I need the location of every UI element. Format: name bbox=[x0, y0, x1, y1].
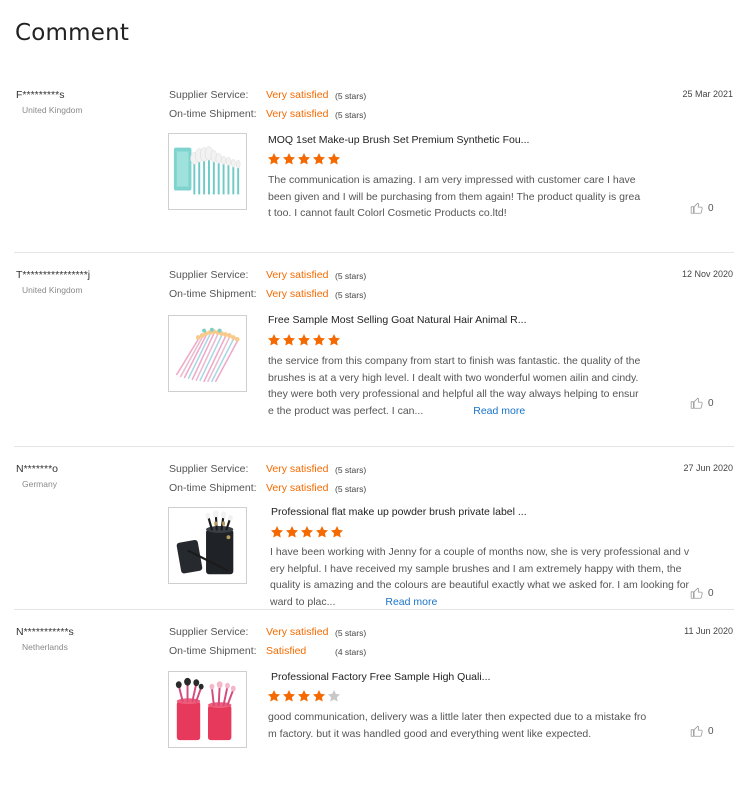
on-time-shipment-stars: (5 stars) bbox=[335, 290, 367, 300]
product-thumbnail[interactable] bbox=[168, 315, 247, 392]
review-text: good communication, delivery was a littl… bbox=[268, 709, 648, 742]
buyer-name: N***********s bbox=[16, 626, 74, 638]
on-time-shipment-label: On-time Shipment: bbox=[169, 288, 257, 300]
star-filled-icon bbox=[282, 153, 296, 165]
review-date: 27 Jun 2020 bbox=[683, 463, 733, 473]
star-filled-icon bbox=[282, 334, 296, 346]
star-filled-icon bbox=[297, 690, 311, 702]
review-text-body: good communication, delivery was a littl… bbox=[268, 711, 647, 740]
review-divider bbox=[14, 609, 734, 610]
product-thumbnail[interactable] bbox=[168, 671, 247, 748]
supplier-service-label: Supplier Service: bbox=[169, 89, 249, 101]
on-time-shipment-label: On-time Shipment: bbox=[169, 482, 257, 494]
product-title-link[interactable]: Professional Factory Free Sample High Qu… bbox=[271, 671, 490, 683]
read-more-link[interactable]: Read more bbox=[385, 596, 437, 608]
review-text: The communication is amazing. I am very … bbox=[268, 172, 641, 222]
product-rating-stars bbox=[267, 152, 341, 166]
supplier-service-label: Supplier Service: bbox=[169, 626, 249, 638]
star-filled-icon bbox=[327, 334, 341, 346]
product-rating-stars bbox=[267, 689, 341, 703]
product-title-link[interactable]: Professional flat make up powder brush p… bbox=[271, 506, 527, 518]
star-filled-icon bbox=[267, 690, 281, 702]
star-empty-icon bbox=[327, 690, 341, 702]
page-title: Comment bbox=[15, 20, 130, 46]
buyer-country: United Kingdom bbox=[22, 285, 83, 295]
on-time-shipment-value: Satisfied bbox=[266, 645, 307, 657]
like-count: 0 bbox=[708, 725, 714, 737]
on-time-shipment-stars: (5 stars) bbox=[335, 484, 367, 494]
thumbs-up-icon bbox=[690, 201, 704, 215]
review-date: 25 Mar 2021 bbox=[682, 89, 733, 99]
product-thumbnail[interactable] bbox=[168, 133, 247, 210]
buyer-country: Germany bbox=[22, 479, 57, 489]
on-time-shipment-stars: (5 stars) bbox=[335, 110, 367, 120]
product-rating-stars bbox=[270, 525, 344, 539]
review-text-body: the service from this company from start… bbox=[268, 355, 641, 417]
review-text: the service from this company from start… bbox=[268, 353, 641, 419]
supplier-service-label: Supplier Service: bbox=[169, 463, 249, 475]
star-filled-icon bbox=[270, 526, 284, 538]
product-thumbnail[interactable] bbox=[168, 507, 247, 584]
supplier-service-stars: (5 stars) bbox=[335, 91, 367, 101]
star-filled-icon bbox=[285, 526, 299, 538]
on-time-shipment-value: Very satisfied bbox=[266, 288, 329, 300]
product-title-link[interactable]: MOQ 1set Make-up Brush Set Premium Synth… bbox=[268, 134, 529, 146]
buyer-name: N*******o bbox=[16, 463, 59, 475]
star-filled-icon bbox=[300, 526, 314, 538]
buyer-name: T****************j bbox=[16, 269, 91, 281]
review-divider bbox=[14, 446, 734, 447]
like-button[interactable]: 0 bbox=[690, 201, 714, 215]
supplier-service-stars: (5 stars) bbox=[335, 628, 367, 638]
review-date: 12 Nov 2020 bbox=[681, 269, 733, 279]
star-filled-icon bbox=[267, 334, 281, 346]
on-time-shipment-stars: (4 stars) bbox=[335, 647, 367, 657]
buyer-country: Netherlands bbox=[22, 642, 68, 652]
on-time-shipment-value: Very satisfied bbox=[266, 108, 329, 120]
like-count: 0 bbox=[708, 587, 714, 599]
star-filled-icon bbox=[315, 526, 329, 538]
read-more-link[interactable]: Read more bbox=[473, 405, 525, 417]
supplier-service-value: Very satisfied bbox=[266, 463, 329, 475]
product-title-link[interactable]: Free Sample Most Selling Goat Natural Ha… bbox=[268, 314, 527, 326]
star-filled-icon bbox=[267, 153, 281, 165]
brush-set-image bbox=[169, 134, 246, 209]
product-rating-stars bbox=[267, 333, 341, 347]
buyer-name: F*********s bbox=[16, 89, 65, 101]
like-button[interactable]: 0 bbox=[690, 724, 714, 738]
star-filled-icon bbox=[297, 153, 311, 165]
review-text-body: I have been working with Jenny for a cou… bbox=[270, 546, 690, 608]
like-count: 0 bbox=[708, 397, 714, 409]
supplier-service-value: Very satisfied bbox=[266, 626, 329, 638]
pink-brush-holder-image bbox=[169, 672, 246, 747]
on-time-shipment-value: Very satisfied bbox=[266, 482, 329, 494]
brush-holder-image bbox=[169, 508, 246, 583]
on-time-shipment-label: On-time Shipment: bbox=[169, 645, 257, 657]
star-filled-icon bbox=[297, 334, 311, 346]
like-button[interactable]: 0 bbox=[690, 586, 714, 600]
review-text-body: The communication is amazing. I am very … bbox=[268, 174, 641, 219]
review-divider bbox=[14, 252, 734, 253]
supplier-service-value: Very satisfied bbox=[266, 89, 329, 101]
supplier-service-value: Very satisfied bbox=[266, 269, 329, 281]
star-filled-icon bbox=[312, 153, 326, 165]
thumbs-up-icon bbox=[690, 396, 704, 410]
buyer-country: United Kingdom bbox=[22, 105, 83, 115]
star-filled-icon bbox=[327, 153, 341, 165]
review-text: I have been working with Jenny for a cou… bbox=[270, 544, 690, 610]
star-filled-icon bbox=[282, 690, 296, 702]
star-filled-icon bbox=[330, 526, 344, 538]
like-count: 0 bbox=[708, 202, 714, 214]
star-filled-icon bbox=[312, 334, 326, 346]
review-date: 11 Jun 2020 bbox=[684, 626, 733, 636]
brush-set-image bbox=[169, 316, 246, 391]
thumbs-up-icon bbox=[690, 586, 704, 600]
supplier-service-stars: (5 stars) bbox=[335, 465, 367, 475]
star-filled-icon bbox=[312, 690, 326, 702]
like-button[interactable]: 0 bbox=[690, 396, 714, 410]
on-time-shipment-label: On-time Shipment: bbox=[169, 108, 257, 120]
supplier-service-stars: (5 stars) bbox=[335, 271, 367, 281]
supplier-service-label: Supplier Service: bbox=[169, 269, 249, 281]
thumbs-up-icon bbox=[690, 724, 704, 738]
